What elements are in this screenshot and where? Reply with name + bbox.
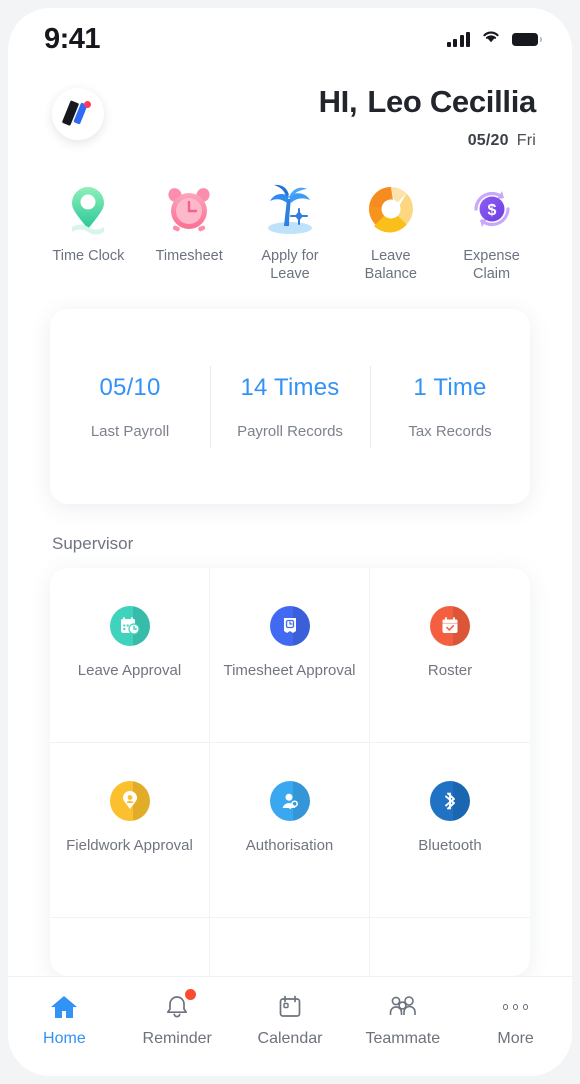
status-time: 9:41 xyxy=(44,22,101,55)
nav-item-reminder[interactable]: Reminder xyxy=(121,989,234,1048)
stat-value: 05/10 xyxy=(99,373,161,401)
tile-authorisation[interactable]: Authorisation xyxy=(210,743,370,919)
nav-label: Home xyxy=(43,1030,86,1047)
pin-user-icon xyxy=(109,781,150,822)
tile-fieldwork-approval[interactable]: Fieldwork Approval xyxy=(50,743,210,919)
supervisor-grid: Leave Approval Timesheet Approval Roster… xyxy=(50,568,530,976)
nav-label: Reminder xyxy=(142,1030,212,1047)
tile-placeholder[interactable] xyxy=(210,918,370,976)
quick-action-label: Leave Balance xyxy=(364,248,417,283)
stat-last-payroll[interactable]: 05/10 Last Payroll xyxy=(50,368,210,446)
tile-label: Fieldwork Approval xyxy=(66,837,193,855)
stat-tax-records[interactable]: 1 Time Tax Records xyxy=(370,368,530,446)
ellipsis-icon xyxy=(502,990,529,1024)
people-icon xyxy=(387,990,419,1024)
quick-action-label: Timesheet xyxy=(155,248,223,264)
tile-placeholder[interactable] xyxy=(370,918,530,976)
home-icon xyxy=(49,990,79,1024)
status-icons xyxy=(446,29,542,49)
stat-value: 14 Times xyxy=(240,373,340,401)
status-bar: 9:41 xyxy=(8,8,572,70)
calendar-check-icon xyxy=(430,606,470,647)
tile-label: Roster xyxy=(427,662,473,680)
phone-frame: 9:41 HI, Leo Cecillia 05/20 Fri Time Clo… xyxy=(8,8,572,1076)
page-title: HI, Leo Cecillia xyxy=(318,84,537,120)
bell-icon xyxy=(163,989,197,1024)
greeting-block: HI, Leo Cecillia 05/20 Fri xyxy=(318,84,537,150)
user-name: Leo Cecillia xyxy=(367,84,536,119)
location-pin-icon xyxy=(59,180,117,238)
stat-label: Payroll Records xyxy=(237,422,343,440)
stat-label: Tax Records xyxy=(408,422,492,440)
tile-label: Timesheet Approval xyxy=(223,662,356,680)
quick-action-apply-for-leave[interactable]: Apply for Leave xyxy=(240,180,341,283)
supervisor-grid-card: Leave Approval Timesheet Approval Roster… xyxy=(50,568,530,976)
calendar-icon xyxy=(276,990,304,1024)
timesheet-clock-icon xyxy=(269,606,310,647)
nav-label: Teammate xyxy=(365,1030,441,1047)
quick-actions-row: Time Clock Timesheet Apply for Leave Lea… xyxy=(8,150,572,283)
user-key-icon xyxy=(269,781,310,822)
date-row: 05/20 Fri xyxy=(319,132,536,150)
nav-label: More xyxy=(497,1030,534,1047)
nav-item-calendar[interactable]: Calendar xyxy=(234,990,347,1048)
tile-roster[interactable]: Roster xyxy=(370,568,530,744)
quick-action-leave-balance[interactable]: Leave Balance xyxy=(340,180,441,283)
current-weekday: Fri xyxy=(516,132,536,149)
bluetooth-icon xyxy=(430,781,470,822)
alarm-clock-icon xyxy=(160,180,218,238)
payroll-stats-card: 05/10 Last Payroll 14 Times Payroll Reco… xyxy=(50,309,530,505)
quick-action-label: Expense Claim xyxy=(463,248,520,283)
tile-bluetooth[interactable]: Bluetooth xyxy=(370,743,530,919)
signal-bars-icon xyxy=(446,31,470,47)
nav-item-more[interactable]: More xyxy=(459,990,572,1048)
tile-label: Leave Approval xyxy=(77,662,182,680)
quick-action-time-clock[interactable]: Time Clock xyxy=(38,180,139,283)
stat-payroll-records[interactable]: 14 Times Payroll Records xyxy=(210,368,370,446)
tile-label: Bluetooth xyxy=(418,837,482,855)
quick-action-label: Time Clock xyxy=(52,248,125,264)
greeting-prefix: HI, xyxy=(318,84,358,119)
quick-action-label: Apply for Leave xyxy=(261,248,319,283)
tile-leave-approval[interactable]: Leave Approval xyxy=(50,568,210,744)
calendar-clock-icon xyxy=(109,606,150,647)
nav-label: Calendar xyxy=(257,1030,323,1047)
header: HI, Leo Cecillia 05/20 Fri xyxy=(8,70,572,150)
notification-badge xyxy=(185,989,197,1000)
section-title-supervisor: Supervisor xyxy=(52,534,134,554)
svg-text:$: $ xyxy=(487,202,496,219)
bottom-navigation: Home Reminder Calendar Teammate More xyxy=(8,976,572,1076)
tile-label: Authorisation xyxy=(245,837,334,855)
wifi-icon xyxy=(481,29,501,49)
stat-label: Last Payroll xyxy=(90,422,170,440)
battery-icon xyxy=(512,32,542,46)
current-date: 05/20 xyxy=(467,132,509,149)
donut-chart-icon xyxy=(362,180,420,238)
nav-item-home[interactable]: Home xyxy=(8,990,121,1048)
quick-action-expense-claim[interactable]: $ Expense Claim xyxy=(441,180,542,283)
nav-item-teammate[interactable]: Teammate xyxy=(346,990,459,1048)
dollar-refresh-icon: $ xyxy=(463,180,521,238)
palm-tree-icon xyxy=(261,180,319,238)
tile-timesheet-approval[interactable]: Timesheet Approval xyxy=(210,568,370,744)
app-logo-icon xyxy=(52,88,104,140)
quick-action-timesheet[interactable]: Timesheet xyxy=(139,180,240,283)
tile-placeholder[interactable] xyxy=(50,918,210,976)
stat-value: 1 Time xyxy=(413,373,487,401)
